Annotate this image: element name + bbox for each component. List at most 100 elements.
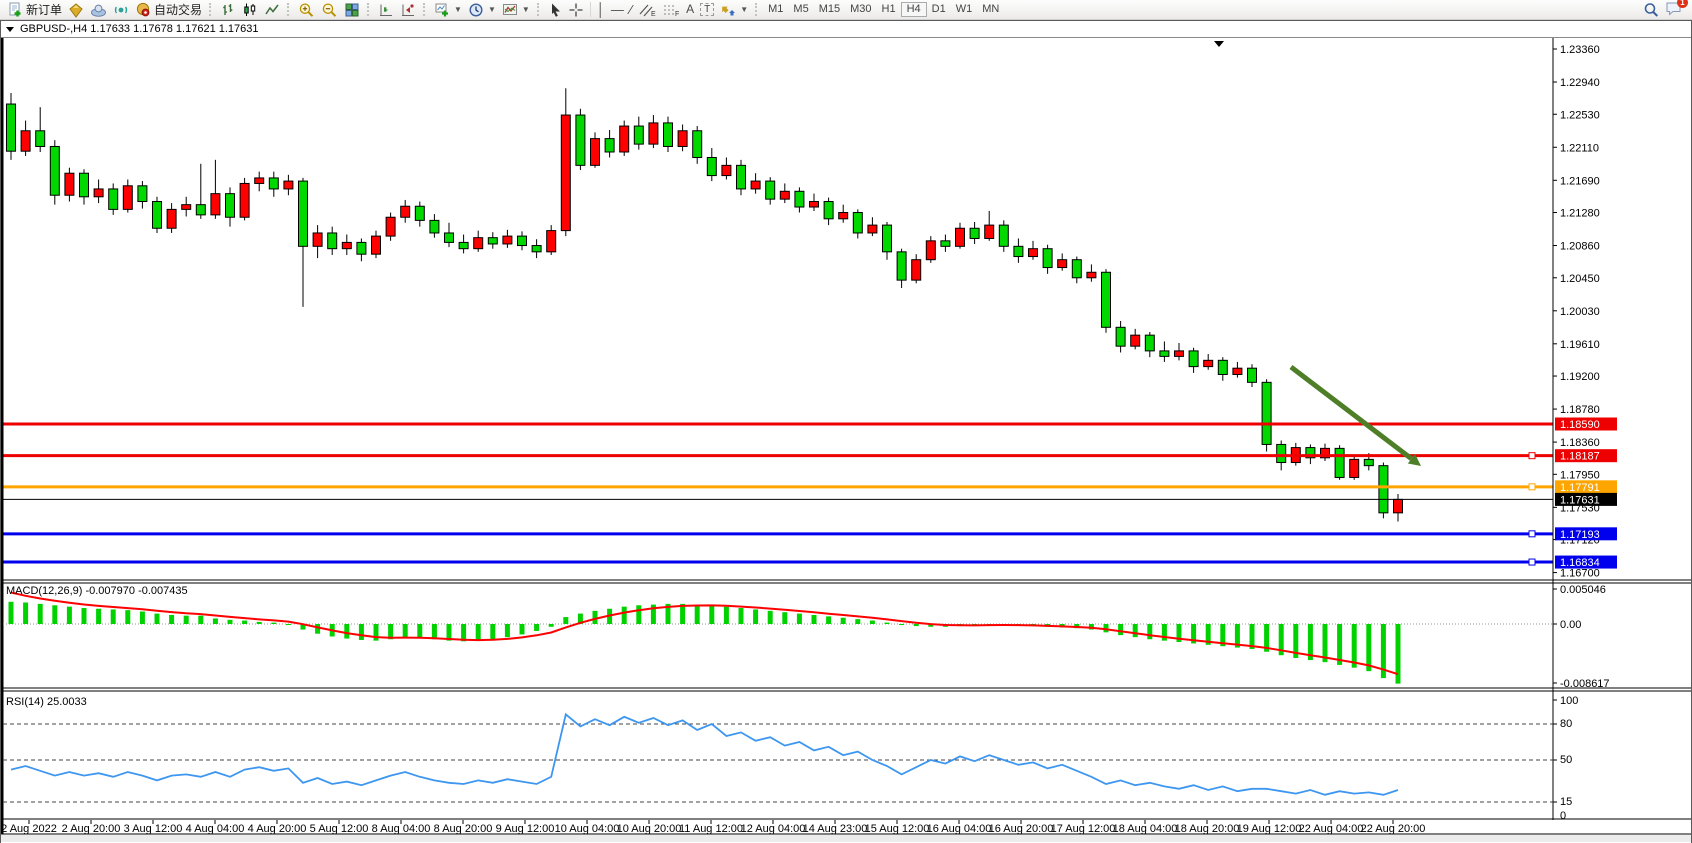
svg-text:1.17791: 1.17791 <box>1560 482 1600 494</box>
tab-m5[interactable]: M5 <box>788 2 813 17</box>
svg-text:E: E <box>651 11 656 18</box>
arrow-shapes-dropdown[interactable]: ▼ <box>717 1 751 18</box>
chart-title: GBPUSD-,H4 1.17633 1.17678 1.17621 1.176… <box>20 23 259 35</box>
svg-text:16 Aug 20:00: 16 Aug 20:00 <box>989 823 1054 835</box>
indicators-dropdown[interactable]: ▼ <box>499 1 533 18</box>
bars-chart-icon <box>220 2 236 18</box>
svg-text:0.00: 0.00 <box>1560 619 1581 631</box>
hline-handle[interactable] <box>1529 531 1535 537</box>
tile-windows-icon <box>344 2 360 18</box>
tab-h4[interactable]: H4 <box>901 2 927 17</box>
candlestick-chart-button[interactable] <box>239 1 261 18</box>
chevron-down-icon: ▼ <box>488 5 496 14</box>
text-label-button[interactable]: T <box>697 1 717 18</box>
hline-handle[interactable] <box>1529 559 1535 565</box>
svg-text:50: 50 <box>1560 754 1572 766</box>
tab-m1[interactable]: M1 <box>763 2 788 17</box>
zoom-in-icon <box>298 2 315 18</box>
tab-h1[interactable]: H1 <box>877 2 901 17</box>
svg-text:1.20030: 1.20030 <box>1560 306 1600 318</box>
chart-plot[interactable]: 1.233601.229401.225301.221101.216901.212… <box>1 38 1691 842</box>
new-order-button[interactable]: 新订单 <box>4 1 65 18</box>
svg-text:4 Aug 20:00: 4 Aug 20:00 <box>248 823 307 835</box>
chat-button[interactable]: 1 <box>1665 1 1682 19</box>
indicators-icon <box>502 2 518 18</box>
tile-windows-button[interactable] <box>341 1 363 18</box>
toolbar-grip <box>755 3 759 16</box>
tab-m30[interactable]: M30 <box>845 2 876 17</box>
tab-w1[interactable]: W1 <box>951 2 978 17</box>
cursor-icon <box>548 2 562 18</box>
signal-button[interactable] <box>110 1 132 18</box>
equidistant-channel-button[interactable]: E <box>635 1 659 18</box>
tab-mn[interactable]: MN <box>977 2 1004 17</box>
svg-text:0.005046: 0.005046 <box>1560 584 1606 596</box>
toolbar-grip <box>537 3 541 16</box>
shift-chart-button[interactable] <box>375 1 397 18</box>
svg-text:1.18360: 1.18360 <box>1560 437 1600 449</box>
svg-text:1.18187: 1.18187 <box>1560 451 1600 463</box>
svg-text:17 Aug 12:00: 17 Aug 12:00 <box>1051 823 1116 835</box>
svg-text:F: F <box>675 11 679 18</box>
auto-scroll-button[interactable] <box>397 1 419 18</box>
trendline-button[interactable]: ∕ <box>627 1 635 18</box>
hline-handle[interactable] <box>1529 453 1535 459</box>
channel-icon: E <box>638 2 656 18</box>
horizontal-line-button[interactable]: — <box>608 1 627 18</box>
tab-m15[interactable]: M15 <box>814 2 845 17</box>
tab-d1[interactable]: D1 <box>927 2 951 17</box>
svg-text:2 Aug 20:00: 2 Aug 20:00 <box>62 823 121 835</box>
auto-trading-icon <box>135 2 151 18</box>
text-button[interactable]: A <box>683 1 697 18</box>
svg-text:15: 15 <box>1560 796 1572 808</box>
svg-text:1.20450: 1.20450 <box>1560 273 1600 285</box>
crosshair-icon <box>568 2 584 18</box>
svg-text:0: 0 <box>1560 810 1566 822</box>
time-axis[interactable]: 2 Aug 20222 Aug 20:003 Aug 12:004 Aug 04… <box>1 820 1425 835</box>
cursor-button[interactable] <box>545 1 565 18</box>
search-icon[interactable] <box>1643 2 1659 18</box>
toolbar-grip <box>287 3 291 16</box>
profile-button[interactable] <box>65 1 87 18</box>
svg-text:10 Aug 20:00: 10 Aug 20:00 <box>617 823 682 835</box>
new-chart-dropdown[interactable]: ▼ <box>431 1 465 18</box>
toolbar-grip <box>209 3 213 16</box>
svg-text:18 Aug 20:00: 18 Aug 20:00 <box>1175 823 1240 835</box>
profile-icon <box>68 2 84 18</box>
new-chart-icon <box>434 2 450 18</box>
new-order-icon <box>7 2 23 18</box>
bars-chart-button[interactable] <box>217 1 239 18</box>
svg-text:10 Aug 04:00: 10 Aug 04:00 <box>555 823 620 835</box>
svg-text:-0.008617: -0.008617 <box>1560 678 1610 690</box>
svg-text:22 Aug 04:00: 22 Aug 04:00 <box>1299 823 1364 835</box>
svg-text:15 Aug 12:00: 15 Aug 12:00 <box>865 823 930 835</box>
fibonacci-button[interactable]: F <box>659 1 683 18</box>
window-menu-icon[interactable] <box>6 27 14 32</box>
auto-trading-button[interactable]: 自动交易 <box>132 1 205 18</box>
auto-trading-label: 自动交易 <box>154 1 202 18</box>
vertical-line-button[interactable]: │ <box>594 1 608 18</box>
svg-text:22 Aug 20:00: 22 Aug 20:00 <box>1361 823 1426 835</box>
line-chart-button[interactable] <box>261 1 283 18</box>
zoom-out-button[interactable] <box>318 1 341 18</box>
chart-window: GBPUSD-,H4 1.17633 1.17678 1.17621 1.176… <box>0 20 1692 843</box>
chevron-down-icon: ▼ <box>740 5 748 14</box>
toolbar: 新订单 自动交易 ▼ ▼ <box>0 0 1692 20</box>
svg-text:1.22530: 1.22530 <box>1560 109 1600 121</box>
period-dropdown[interactable]: ▼ <box>465 1 499 18</box>
toolbar-grip <box>423 3 427 16</box>
svg-text:1.21690: 1.21690 <box>1560 175 1600 187</box>
zoom-in-button[interactable] <box>295 1 318 18</box>
shift-chart-icon <box>378 2 394 18</box>
svg-text:1.20860: 1.20860 <box>1560 241 1600 253</box>
chart-title-bar[interactable]: GBPUSD-,H4 1.17633 1.17678 1.17621 1.176… <box>1 21 1691 38</box>
candlestick-chart-icon <box>242 2 258 18</box>
svg-text:80: 80 <box>1560 718 1572 730</box>
publish-button[interactable] <box>87 1 110 18</box>
bottom-strip <box>1 835 1691 842</box>
crosshair-button[interactable] <box>565 1 587 18</box>
svg-text:8 Aug 04:00: 8 Aug 04:00 <box>372 823 431 835</box>
svg-text:1.18590: 1.18590 <box>1560 419 1600 431</box>
svg-text:4 Aug 04:00: 4 Aug 04:00 <box>186 823 245 835</box>
hline-handle[interactable] <box>1529 484 1535 490</box>
